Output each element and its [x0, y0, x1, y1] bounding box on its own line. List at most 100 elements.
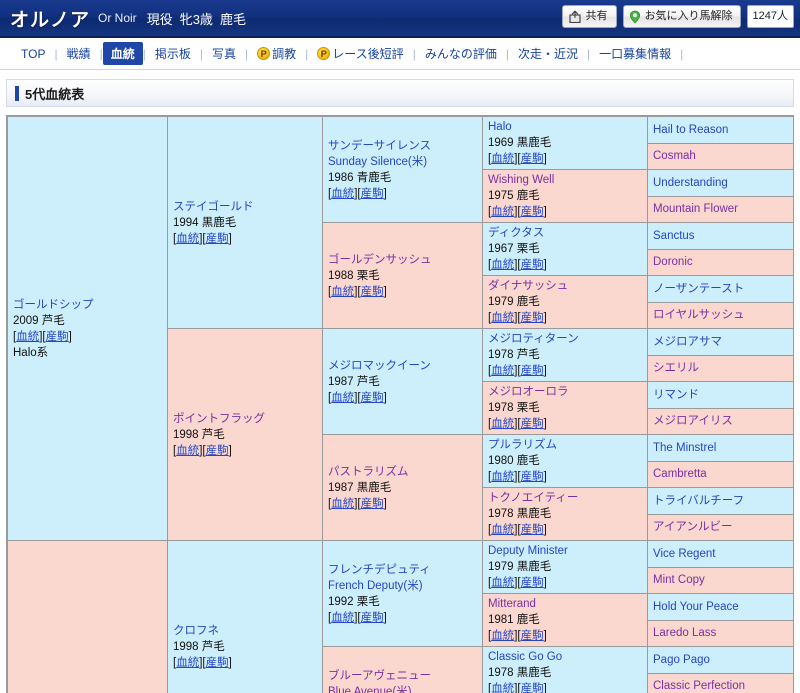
offspring-link[interactable]: 産駒 — [521, 577, 544, 589]
horse-link[interactable]: Understanding — [653, 175, 788, 191]
offspring-link[interactable]: 産駒 — [521, 418, 544, 430]
blood-link[interactable]: 血統 — [491, 365, 514, 377]
horse-link-english[interactable]: Blue Avenue(米) — [328, 684, 477, 693]
horse-link[interactable]: Classic Perfection — [653, 678, 788, 693]
nav-item-5[interactable]: P 調教 — [248, 43, 305, 64]
offspring-link[interactable]: 産駒 — [46, 331, 69, 343]
blood-link[interactable]: 血統 — [331, 286, 354, 298]
offspring-link[interactable]: 産駒 — [206, 445, 229, 457]
horse-link[interactable]: アイアンルビー — [653, 519, 788, 535]
horse-link[interactable]: The Minstrel — [653, 440, 788, 456]
offspring-link[interactable]: 産駒 — [206, 233, 229, 245]
horse-link[interactable]: メジロマックイーン — [328, 358, 477, 374]
nav-item-1[interactable]: 戦績 — [58, 43, 100, 64]
horse-link[interactable]: メジロティターン — [488, 331, 642, 347]
horse-link[interactable]: Wishing Well — [488, 172, 642, 188]
offspring-link[interactable]: 産駒 — [361, 612, 384, 624]
horse-link[interactable]: Doronic — [653, 254, 788, 270]
horse-link-english[interactable]: Sunday Silence(米) — [328, 154, 477, 170]
blood-link[interactable]: 血統 — [331, 612, 354, 624]
horse-link[interactable]: フレンチデピュティ — [328, 562, 477, 578]
offspring-link[interactable]: 産駒 — [521, 259, 544, 271]
nav-item-9[interactable]: 一口募集情報 — [590, 43, 680, 64]
blood-link[interactable]: 血統 — [491, 577, 514, 589]
horse-link[interactable]: メジロアサマ — [653, 334, 788, 350]
blood-link[interactable]: 血統 — [491, 312, 514, 324]
horse-link[interactable]: Classic Go Go — [488, 649, 642, 665]
favorite-count-badge[interactable]: 1247人 — [746, 5, 794, 28]
horse-link[interactable]: Cosmah — [653, 148, 788, 164]
horse-link[interactable]: Hail to Reason — [653, 122, 788, 138]
horse-link[interactable]: ダイナサッシュ — [488, 278, 642, 294]
blood-link[interactable]: 血統 — [491, 471, 514, 483]
nav-item-7[interactable]: みんなの評価 — [416, 43, 506, 64]
offspring-link[interactable]: 産駒 — [361, 392, 384, 404]
offspring-link[interactable]: 産駒 — [361, 498, 384, 510]
horse-link[interactable]: クロフネ — [173, 623, 317, 639]
nav-item-6[interactable]: P レース後短評 — [308, 43, 412, 64]
blood-link[interactable]: 血統 — [491, 206, 514, 218]
blood-link[interactable]: 血統 — [176, 445, 199, 457]
horse-link[interactable]: Halo — [488, 119, 642, 135]
horse-link[interactable]: メジロアイリス — [653, 413, 788, 429]
blood-link[interactable]: 血統 — [491, 524, 514, 536]
horse-link[interactable]: トライバルチーフ — [653, 493, 788, 509]
horse-link[interactable]: ディクタス — [488, 225, 642, 241]
horse-link[interactable]: プルラリズム — [488, 437, 642, 453]
nav-item-4[interactable]: 写真 — [203, 43, 245, 64]
horse-link[interactable]: パストラリズム — [328, 464, 477, 480]
offspring-link[interactable]: 産駒 — [361, 286, 384, 298]
offspring-link[interactable]: 産駒 — [521, 471, 544, 483]
blood-link[interactable]: 血統 — [331, 392, 354, 404]
horse-link[interactable]: Mountain Flower — [653, 201, 788, 217]
blood-link[interactable]: 血統 — [176, 657, 199, 669]
offspring-link[interactable]: 産駒 — [206, 657, 229, 669]
horse-link[interactable]: ステイゴールド — [173, 199, 317, 215]
horse-link[interactable]: サンデーサイレンス — [328, 138, 477, 154]
offspring-link[interactable]: 産駒 — [521, 524, 544, 536]
share-button[interactable]: 共有 — [561, 5, 617, 28]
horse-link[interactable]: リマンド — [653, 387, 788, 403]
horse-link[interactable]: Mint Copy — [653, 572, 788, 588]
horse-link[interactable]: ポイントフラッグ — [173, 411, 317, 427]
offspring-link[interactable]: 産駒 — [521, 206, 544, 218]
offspring-link[interactable]: 産駒 — [521, 683, 544, 693]
offspring-link[interactable]: 産駒 — [521, 630, 544, 642]
nav-item-8[interactable]: 次走・近況 — [509, 43, 587, 64]
horse-link[interactable]: シエリル — [653, 360, 788, 376]
horse-link[interactable]: Vice Regent — [653, 546, 788, 562]
blood-link[interactable]: 血統 — [491, 153, 514, 165]
horse-link[interactable]: ゴールデンサッシュ — [328, 252, 477, 268]
horse-link[interactable]: Mitterand — [488, 596, 642, 612]
blood-link[interactable]: 血統 — [491, 630, 514, 642]
nav-item-2[interactable]: 血統 — [102, 42, 143, 65]
horse-link[interactable]: ノーザンテースト — [653, 281, 788, 297]
blood-link[interactable]: 血統 — [491, 683, 514, 693]
horse-link[interactable]: Sanctus — [653, 228, 788, 244]
horse-link[interactable]: トクノエイティー — [488, 490, 642, 506]
blood-link[interactable]: 血統 — [331, 498, 354, 510]
nav-item-0[interactable]: TOP — [12, 45, 54, 63]
horse-link[interactable]: Hold Your Peace — [653, 599, 788, 615]
horse-link[interactable]: ロイヤルサッシュ — [653, 307, 788, 323]
horse-link[interactable]: Pago Pago — [653, 652, 788, 668]
blood-link[interactable]: 血統 — [331, 188, 354, 200]
horse-link[interactable]: Cambretta — [653, 466, 788, 482]
offspring-link[interactable]: 産駒 — [361, 188, 384, 200]
horse-link[interactable]: メジロオーロラ — [488, 384, 642, 400]
nav-item-3[interactable]: 掲示板 — [146, 43, 200, 64]
horse-link[interactable]: Laredo Lass — [653, 625, 788, 641]
offspring-link[interactable]: 産駒 — [521, 153, 544, 165]
offspring-link[interactable]: 産駒 — [521, 365, 544, 377]
blood-link[interactable]: 血統 — [16, 331, 39, 343]
blood-link[interactable]: 血統 — [491, 418, 514, 430]
horse-link[interactable]: Deputy Minister — [488, 543, 642, 559]
horse-link-english[interactable]: French Deputy(米) — [328, 578, 477, 594]
blood-link[interactable]: 血統 — [491, 259, 514, 271]
horse-link[interactable]: ゴールドシップ — [13, 297, 162, 313]
blood-link[interactable]: 血統 — [176, 233, 199, 245]
favorite-toggle-button[interactable]: お気に入り馬解除 — [622, 5, 741, 28]
horse-link[interactable]: ブルーアヴェニュー — [328, 668, 477, 684]
offspring-link[interactable]: 産駒 — [521, 312, 544, 324]
section-header: 5代血統表 — [6, 79, 794, 107]
